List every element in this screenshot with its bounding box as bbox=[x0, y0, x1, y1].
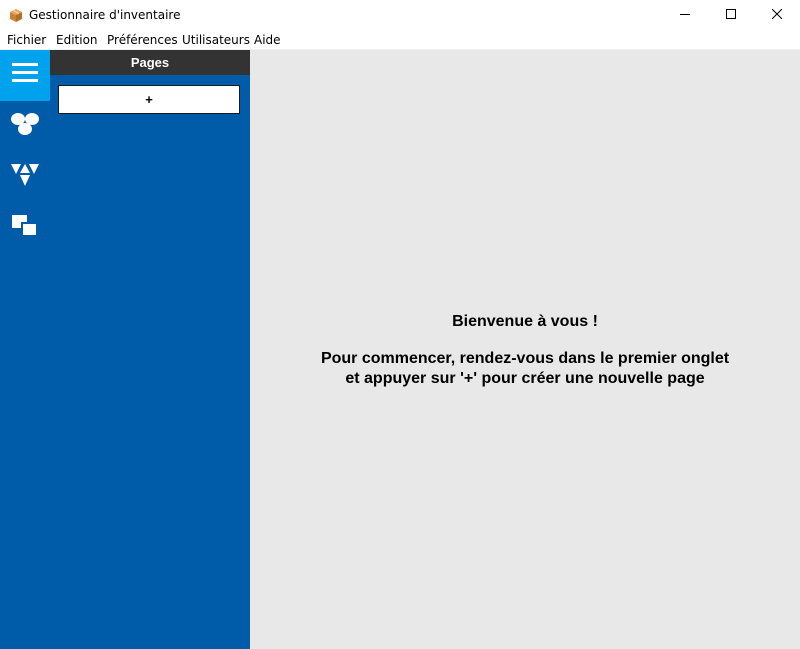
circles-group-icon bbox=[11, 112, 39, 141]
sidebar-button-triangles[interactable] bbox=[0, 152, 50, 203]
menu-bar: Fichier Edition Préférences Utilisateurs… bbox=[0, 30, 800, 50]
squares-group-icon bbox=[12, 215, 38, 242]
pages-header: Pages bbox=[50, 50, 250, 75]
close-button[interactable] bbox=[754, 0, 800, 30]
sidebar-button-squares[interactable] bbox=[0, 203, 50, 254]
menu-utilisateurs[interactable]: Utilisateurs bbox=[182, 33, 250, 47]
triangles-group-icon bbox=[11, 162, 39, 193]
main-content: Bienvenue à vous ! Pour commencer, rende… bbox=[250, 50, 800, 649]
maximize-icon bbox=[726, 6, 736, 24]
menu-edition[interactable]: Edition bbox=[56, 33, 98, 47]
minimize-button[interactable] bbox=[662, 0, 708, 30]
welcome-title: Bienvenue à vous ! bbox=[452, 313, 598, 330]
hamburger-menu-icon bbox=[12, 62, 38, 89]
maximize-button[interactable] bbox=[708, 0, 754, 30]
sidebar-button-circles[interactable] bbox=[0, 101, 50, 152]
welcome-line-1: Pour commencer, rendez-vous dans le prem… bbox=[320, 350, 730, 367]
window-title: Gestionnaire d'inventaire bbox=[29, 8, 181, 22]
add-page-button[interactable]: + bbox=[58, 85, 240, 114]
welcome-line-2: et appuyer sur '+' pour créer une nouvel… bbox=[345, 370, 705, 387]
sidebar-button-menu[interactable] bbox=[0, 50, 50, 101]
close-icon bbox=[771, 6, 783, 24]
package-icon bbox=[8, 7, 24, 23]
pages-panel: Pages + bbox=[50, 50, 250, 649]
menu-fichier[interactable]: Fichier bbox=[7, 33, 46, 47]
menu-preferences[interactable]: Préférences bbox=[107, 33, 178, 47]
minimize-icon bbox=[680, 6, 690, 24]
menu-aide[interactable]: Aide bbox=[254, 33, 281, 47]
icon-sidebar bbox=[0, 50, 50, 649]
title-bar: Gestionnaire d'inventaire bbox=[0, 0, 800, 30]
